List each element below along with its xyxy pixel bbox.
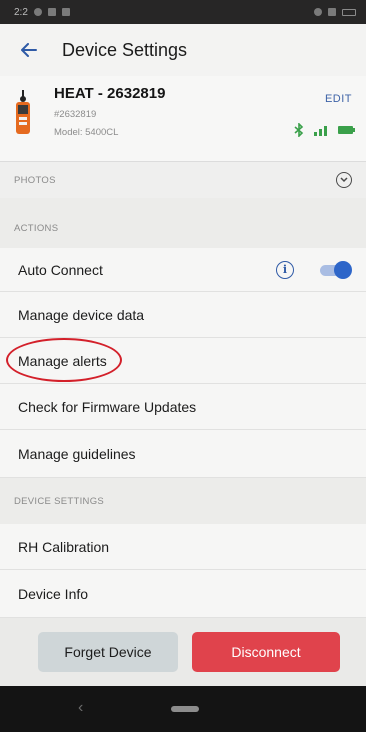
device-serial: #2632819 [54,109,97,120]
battery-icon [342,8,356,16]
app-screen: 2:2 Device Settings HEAT - 2632819 #2632… [0,0,366,732]
status-bar: 2:2 [0,0,366,24]
chevron-down-circle-icon[interactable] [336,172,352,188]
manage-device-data-label: Manage device data [18,306,145,323]
nav-back-icon[interactable]: ‹ [78,699,83,717]
manage-alerts-label: Manage alerts [18,352,107,369]
app-header: Device Settings [0,24,366,76]
device-model: Model: 5400CL [54,127,119,138]
photos-label: PHOTOS [14,174,56,186]
device-name: HEAT - 2632819 [54,85,166,102]
page-title: Device Settings [62,39,188,60]
notification-icon [47,8,56,16]
manage-device-data-row[interactable]: Manage device data [0,292,366,338]
back-button[interactable] [0,24,58,76]
notification-icon [33,8,42,16]
device-card: HEAT - 2632819 #2632819 Model: 5400CL ED… [0,76,366,162]
toggle-thumb [334,260,352,279]
rh-calibration-label: RH Calibration [18,538,110,555]
edit-button[interactable]: EDIT [325,93,352,105]
check-firmware-label: Check for Firmware Updates [18,398,197,415]
manage-guidelines-row[interactable]: Manage guidelines [0,430,366,478]
battery-icon [338,126,355,134]
device-info-label: Device Info [18,585,89,602]
notification-icon [61,8,70,16]
check-firmware-row[interactable]: Check for Firmware Updates [0,384,366,430]
device-image [16,90,30,134]
system-nav-bar: ‹ [0,686,366,732]
auto-connect-toggle[interactable] [320,260,352,279]
actions-label: ACTIONS [14,223,59,234]
bluetooth-icon [294,123,304,137]
signal-icon [314,126,327,136]
device-settings-section-header: DEVICE SETTINGS [0,478,366,524]
arrow-left-icon [21,43,37,57]
auto-connect-row[interactable]: Auto Connect i [0,248,366,292]
nav-home-icon[interactable] [171,706,199,712]
device-status-icons [294,123,356,137]
manage-guidelines-label: Manage guidelines [18,445,136,462]
status-time: 2:2 [14,6,28,18]
auto-connect-label: Auto Connect [18,261,103,278]
info-icon[interactable]: i [276,260,294,279]
cell-signal-icon [328,8,336,16]
device-info-row[interactable]: Device Info [0,570,366,618]
photos-section-header[interactable]: PHOTOS [0,162,366,198]
disconnect-button[interactable]: Disconnect [192,632,340,672]
forget-device-button[interactable]: Forget Device [38,632,178,672]
actions-section-header: ACTIONS [0,198,366,248]
device-settings-label: DEVICE SETTINGS [14,495,105,507]
manage-alerts-row[interactable]: Manage alerts [0,338,366,384]
wifi-icon [314,8,322,16]
rh-calibration-row[interactable]: RH Calibration [0,524,366,570]
